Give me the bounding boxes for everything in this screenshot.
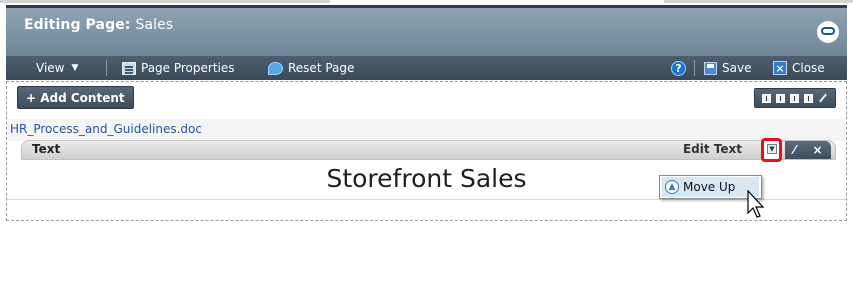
title-prefix: Editing Page:	[24, 17, 131, 33]
layout-toolbar	[754, 88, 836, 108]
document-link[interactable]: HR_Process_and_Guidelines.doc	[10, 122, 202, 136]
save-label: Save	[722, 61, 752, 75]
page-properties-label: Page Properties	[141, 61, 235, 75]
reset-icon	[268, 61, 283, 75]
reset-page-button[interactable]: Reset Page	[268, 56, 354, 80]
portlet-actions-icon: ▼	[767, 144, 777, 154]
mouse-pointer-icon	[747, 190, 765, 218]
page-editor: Editing Page: Sales View ▼ Page Properti…	[6, 8, 847, 297]
page-properties-icon	[122, 61, 136, 75]
help-button[interactable]: ?	[671, 56, 686, 80]
portlet-actions-button[interactable]: ▼	[761, 138, 782, 162]
layout-3-icon[interactable]	[789, 93, 799, 103]
title-bar: Editing Page: Sales	[6, 8, 847, 57]
layout-4-icon[interactable]	[804, 93, 814, 103]
layout-2-icon[interactable]	[775, 93, 785, 103]
edit-layout-icon[interactable]	[818, 93, 828, 103]
portlet-title: Text	[32, 142, 61, 156]
layout-1-icon[interactable]	[761, 93, 771, 103]
close-icon: ×	[773, 61, 787, 75]
add-content-button[interactable]: + Add Content	[17, 86, 134, 109]
remove-portlet-icon[interactable]: ×	[812, 143, 822, 157]
page-content-area: + Add Content HR_Process_and_Guidelines.…	[6, 81, 847, 221]
move-up-label: Move Up	[683, 180, 736, 194]
reset-page-label: Reset Page	[288, 61, 355, 75]
page-properties-button[interactable]: Page Properties	[122, 56, 235, 80]
editor-toolbar: View ▼ Page Properties Reset Page ? Save…	[6, 56, 847, 80]
top-strip-segment	[664, 0, 853, 3]
portlet-tools: ⁄ ×	[785, 141, 831, 159]
oracle-logo-icon	[817, 21, 839, 43]
add-content-row: + Add Content	[7, 82, 846, 118]
move-up-icon: ▲	[665, 180, 679, 194]
page-title: Editing Page: Sales	[24, 17, 173, 33]
save-button[interactable]: Save	[704, 56, 751, 80]
document-row: HR_Process_and_Guidelines.doc	[7, 118, 846, 141]
page-name: Sales	[135, 17, 174, 33]
top-strip-segment	[0, 0, 330, 3]
view-label: View	[36, 61, 65, 75]
portlet-divider	[7, 199, 846, 200]
toolbar-separator	[694, 60, 695, 76]
view-menu[interactable]: View ▼	[36, 56, 78, 80]
help-icon: ?	[671, 60, 686, 76]
toolbar-separator	[106, 60, 107, 76]
save-icon	[704, 61, 717, 75]
add-content-label: + Add Content	[26, 90, 125, 105]
chevron-down-icon: ▼	[71, 63, 79, 73]
text-portlet-header: Text Edit Text ▼ ⁄ ×	[21, 138, 836, 162]
edit-portlet-icon[interactable]: ⁄	[793, 143, 795, 157]
edit-text-link[interactable]: Edit Text	[683, 142, 742, 156]
top-window-strip	[0, 0, 853, 8]
close-label: Close	[792, 61, 825, 75]
close-button[interactable]: × Close	[773, 56, 825, 80]
